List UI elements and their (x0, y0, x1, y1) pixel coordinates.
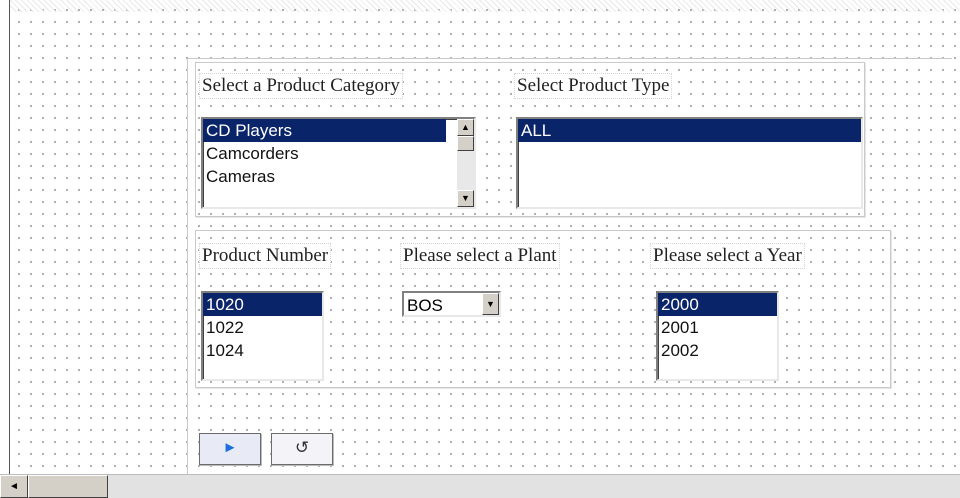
year-label: Please select a Year (650, 243, 805, 269)
horizontal-scrollbar[interactable]: ◄ (0, 474, 960, 498)
product-number-label: Product Number (199, 243, 332, 269)
horizontal-scroll-thumb[interactable] (28, 475, 108, 498)
product-number-option[interactable]: 1024 (203, 339, 322, 362)
hatch-band (10, 0, 960, 12)
plant-select-value: BOS (407, 296, 443, 315)
category-label: Select a Product Category (199, 73, 403, 99)
scroll-up-icon[interactable]: ▲ (457, 119, 474, 136)
product-type-listbox[interactable]: ALL (516, 117, 863, 209)
year-option[interactable]: 2000 (658, 293, 777, 316)
reset-button[interactable]: ↺ (271, 433, 333, 465)
product-type-label: Select Product Type (514, 73, 673, 99)
play-icon: ► (222, 439, 238, 456)
product-number-option[interactable]: 1020 (203, 293, 322, 316)
category-listbox[interactable]: CD Players Camcorders Cameras ▲ ▼ (201, 117, 476, 209)
chevron-down-icon[interactable]: ▼ (482, 293, 499, 315)
category-scrollbar[interactable]: ▲ ▼ (457, 119, 474, 207)
category-option[interactable]: Camcorders (203, 142, 474, 165)
product-number-option[interactable]: 1022 (203, 316, 322, 339)
year-listbox[interactable]: 2000 2001 2002 (656, 291, 779, 381)
category-option[interactable]: CD Players (203, 119, 446, 142)
category-option[interactable]: Cameras (203, 165, 474, 188)
product-type-option[interactable]: ALL (518, 119, 861, 142)
year-option[interactable]: 2001 (658, 316, 777, 339)
year-option[interactable]: 2002 (658, 339, 777, 362)
scroll-left-icon[interactable]: ◄ (0, 475, 28, 498)
plant-select[interactable]: BOS ▼ (402, 291, 501, 317)
scroll-down-icon[interactable]: ▼ (457, 190, 474, 207)
reset-icon: ↺ (294, 438, 310, 457)
submit-button[interactable]: ► (199, 433, 261, 465)
product-number-listbox[interactable]: 1020 1022 1024 (201, 291, 324, 381)
scroll-thumb[interactable] (457, 136, 474, 151)
plant-label: Please select a Plant (400, 243, 560, 269)
